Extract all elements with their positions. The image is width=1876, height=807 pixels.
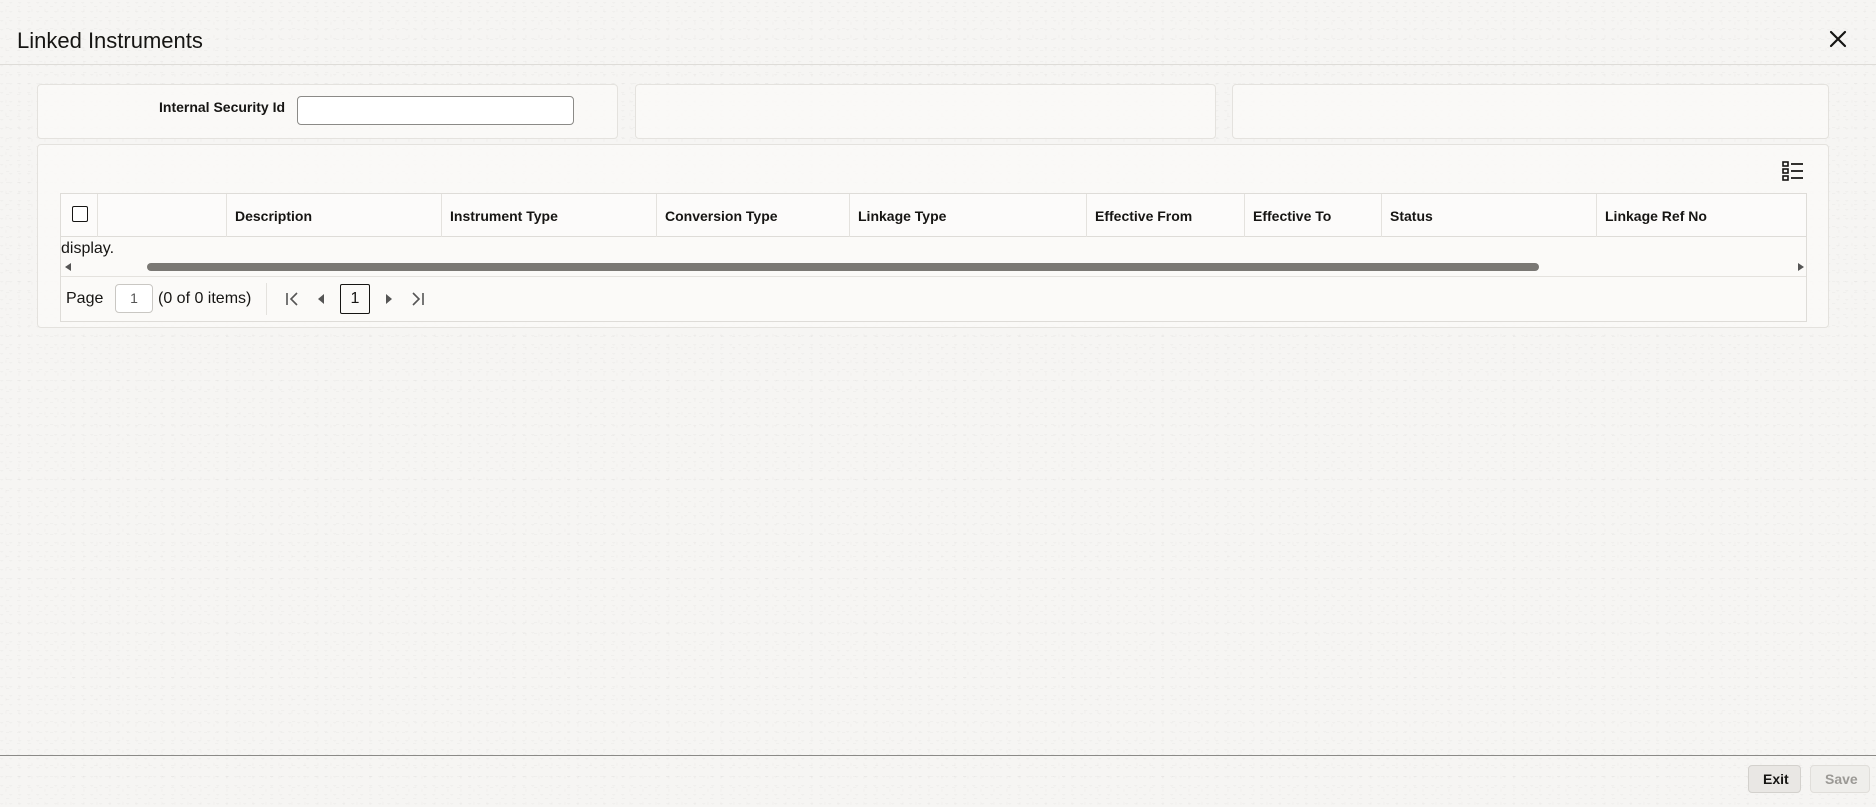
- column-header-conversion-type[interactable]: Conversion Type: [657, 194, 850, 237]
- select-all-checkbox[interactable]: [72, 206, 88, 222]
- next-page-icon: [386, 294, 392, 304]
- save-button[interactable]: Save: [1810, 765, 1870, 793]
- previous-page-icon: [318, 294, 324, 304]
- last-page-icon: [412, 292, 424, 306]
- column-header-effective-from[interactable]: Effective From: [1087, 194, 1245, 237]
- column-header-linkage-type[interactable]: Linkage Type: [850, 194, 1087, 237]
- column-list-icon: [1782, 161, 1803, 181]
- internal-security-id-input[interactable]: [297, 96, 574, 125]
- current-page-button[interactable]: 1: [340, 284, 370, 314]
- column-header-linkage-ref-no[interactable]: Linkage Ref No: [1597, 194, 1806, 237]
- pager-divider: [266, 283, 267, 315]
- last-page-button[interactable]: [408, 289, 428, 309]
- horizontal-scrollbar[interactable]: [61, 260, 1806, 274]
- linked-instruments-grid-panel: Description Instrument Type Conversion T…: [37, 144, 1829, 328]
- close-icon: [1829, 30, 1847, 48]
- no-data-message: display.: [61, 240, 115, 257]
- page-label: Page: [66, 290, 104, 307]
- column-header-status[interactable]: Status: [1382, 194, 1597, 237]
- item-count: (0 of 0 items): [158, 290, 252, 307]
- close-button[interactable]: [1826, 27, 1850, 51]
- pagination-bar: Page 1 (0 of 0 items) 1: [61, 276, 1806, 321]
- previous-page-button[interactable]: [311, 289, 331, 309]
- first-page-button[interactable]: [282, 289, 302, 309]
- dialog-header: Linked Instruments: [0, 0, 1876, 65]
- dialog-footer: Exit Save: [0, 755, 1876, 807]
- column-header-effective-to[interactable]: Effective To: [1245, 194, 1382, 237]
- grid-header-row: Description Instrument Type Conversion T…: [61, 194, 1806, 237]
- scrollbar-thumb[interactable]: [147, 263, 1539, 271]
- page-number-input[interactable]: 1: [115, 284, 153, 313]
- first-page-icon: [286, 292, 298, 306]
- empty-panel-right: [1232, 84, 1829, 139]
- column-header-description[interactable]: Description: [227, 194, 442, 237]
- column-header-blank[interactable]: [98, 194, 227, 237]
- scroll-left-icon[interactable]: [65, 263, 71, 271]
- exit-button[interactable]: Exit: [1748, 765, 1801, 793]
- internal-security-id-label: Internal Security Id: [159, 99, 286, 115]
- grid-table: Description Instrument Type Conversion T…: [60, 193, 1807, 322]
- page-title: Linked Instruments: [17, 28, 203, 53]
- column-settings-button[interactable]: [1781, 159, 1805, 183]
- scroll-right-icon[interactable]: [1798, 263, 1804, 271]
- next-page-button[interactable]: [379, 289, 399, 309]
- search-panel: Internal Security Id: [37, 84, 618, 139]
- select-all-cell: [61, 194, 98, 237]
- empty-panel-middle: [635, 84, 1216, 139]
- column-header-instrument-type[interactable]: Instrument Type: [442, 194, 657, 237]
